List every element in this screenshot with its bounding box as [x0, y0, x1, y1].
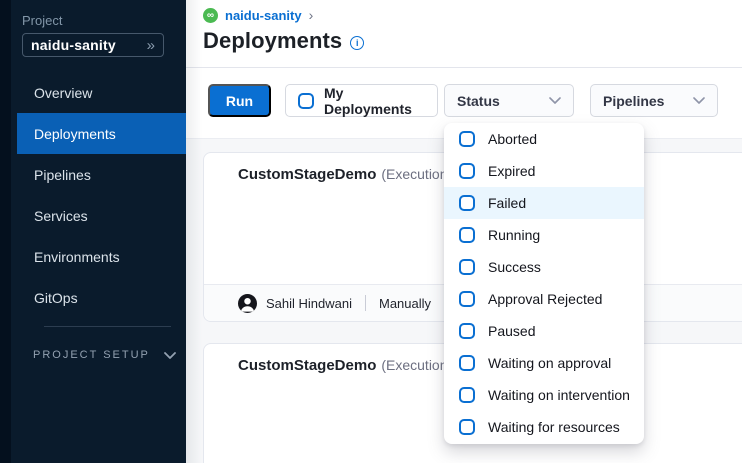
sidebar-divider [44, 326, 171, 327]
status-option-approval-rejected[interactable]: Approval Rejected [444, 283, 644, 315]
sidebar-item-label: Deployments [34, 126, 116, 142]
pipeline-name: CustomStageDemo [238, 166, 376, 183]
status-option-waiting-on-intervention[interactable]: Waiting on intervention [444, 379, 644, 411]
breadcrumb: ∞ naidu-sanity › [203, 8, 313, 23]
status-option-label: Expired [488, 163, 535, 179]
status-option-label: Running [488, 227, 540, 243]
my-deployments-label: My Deployments [324, 85, 425, 117]
project-setup-toggle[interactable]: PROJECT SETUP [33, 349, 176, 361]
status-option-checkbox[interactable] [459, 291, 475, 307]
status-option-waiting-on-approval[interactable]: Waiting on approval [444, 347, 644, 379]
status-filter-label: Status [457, 93, 500, 109]
footer-separator [365, 295, 366, 311]
my-deployments-checkbox[interactable] [298, 93, 314, 109]
sidebar-item-environments[interactable]: Environments [17, 236, 186, 277]
status-option-paused[interactable]: Paused [444, 315, 644, 347]
status-option-checkbox[interactable] [459, 355, 475, 371]
status-dropdown-menu: Aborted Expired Failed Running Success A… [444, 123, 644, 444]
status-option-running[interactable]: Running [444, 219, 644, 251]
status-option-expired[interactable]: Expired [444, 155, 644, 187]
status-option-checkbox[interactable] [459, 419, 475, 435]
pipelines-filter-dropdown[interactable]: Pipelines [590, 84, 718, 117]
status-option-checkbox[interactable] [459, 131, 475, 147]
status-option-success[interactable]: Success [444, 251, 644, 283]
chevron-down-icon [164, 352, 176, 359]
status-option-checkbox[interactable] [459, 163, 475, 179]
cd-module-icon: ∞ [203, 8, 218, 23]
status-option-aborted[interactable]: Aborted [444, 123, 644, 155]
status-option-label: Approval Rejected [488, 291, 602, 307]
status-option-label: Failed [488, 195, 526, 211]
sidebar-item-label: Services [34, 208, 88, 224]
status-option-failed[interactable]: Failed [444, 187, 644, 219]
sidebar-nav: Overview Deployments Pipelines Services … [17, 72, 186, 318]
sidebar-item-gitops[interactable]: GitOps [17, 277, 186, 318]
triggered-by-user: Sahil Hindwani [266, 296, 352, 311]
pipelines-filter-label: Pipelines [603, 93, 664, 109]
status-option-label: Success [488, 259, 541, 275]
status-option-checkbox[interactable] [459, 227, 475, 243]
module-nav-strip [0, 0, 11, 463]
trigger-type: Manually [379, 296, 431, 311]
sidebar-item-label: Overview [34, 85, 92, 101]
sidebar-item-overview[interactable]: Overview [17, 72, 186, 113]
chevron-down-icon [693, 97, 705, 104]
status-option-checkbox[interactable] [459, 195, 475, 211]
sidebar-item-pipelines[interactable]: Pipelines [17, 154, 186, 195]
page-header: ∞ naidu-sanity › Deployments i [186, 0, 742, 67]
status-option-checkbox[interactable] [459, 259, 475, 275]
pipeline-name: CustomStageDemo [238, 357, 376, 374]
status-option-label: Waiting on intervention [488, 387, 630, 403]
project-selector-value: naidu-sanity [31, 37, 147, 53]
project-label: Project [22, 13, 62, 28]
sidebar-item-services[interactable]: Services [17, 195, 186, 236]
user-avatar [238, 294, 257, 313]
info-icon[interactable]: i [350, 36, 364, 50]
sidebar-item-label: GitOps [34, 290, 78, 306]
double-chevron-right-icon[interactable]: » [147, 38, 155, 53]
app-window: Project naidu-sanity » Overview Deployme… [0, 0, 742, 463]
project-sidebar: Project naidu-sanity » Overview Deployme… [11, 0, 186, 463]
sidebar-item-deployments[interactable]: Deployments [17, 113, 186, 154]
status-option-label: Paused [488, 323, 535, 339]
sidebar-item-label: Environments [34, 249, 120, 265]
chevron-down-icon [549, 97, 561, 104]
status-filter-dropdown[interactable]: Status [444, 84, 574, 117]
project-setup-label: PROJECT SETUP [33, 349, 150, 361]
execution-title-row: CustomStageDemo (Execution Id [238, 166, 463, 183]
status-option-label: Waiting for resources [488, 419, 620, 435]
title-row: Deployments i [203, 28, 364, 54]
status-option-waiting-for-resources[interactable]: Waiting for resources [444, 411, 644, 443]
status-option-label: Aborted [488, 131, 537, 147]
sidebar-item-label: Pipelines [34, 167, 91, 183]
page-title: Deployments [203, 28, 342, 54]
status-option-label: Waiting on approval [488, 355, 611, 371]
status-option-checkbox[interactable] [459, 387, 475, 403]
execution-title-row: CustomStageDemo (Execution Id [238, 357, 463, 374]
my-deployments-filter[interactable]: My Deployments [285, 84, 438, 117]
breadcrumb-project-link[interactable]: naidu-sanity [225, 8, 302, 23]
project-selector[interactable]: naidu-sanity » [22, 33, 164, 57]
chevron-right-icon: › [309, 8, 314, 22]
status-option-checkbox[interactable] [459, 323, 475, 339]
run-button[interactable]: Run [208, 84, 271, 117]
